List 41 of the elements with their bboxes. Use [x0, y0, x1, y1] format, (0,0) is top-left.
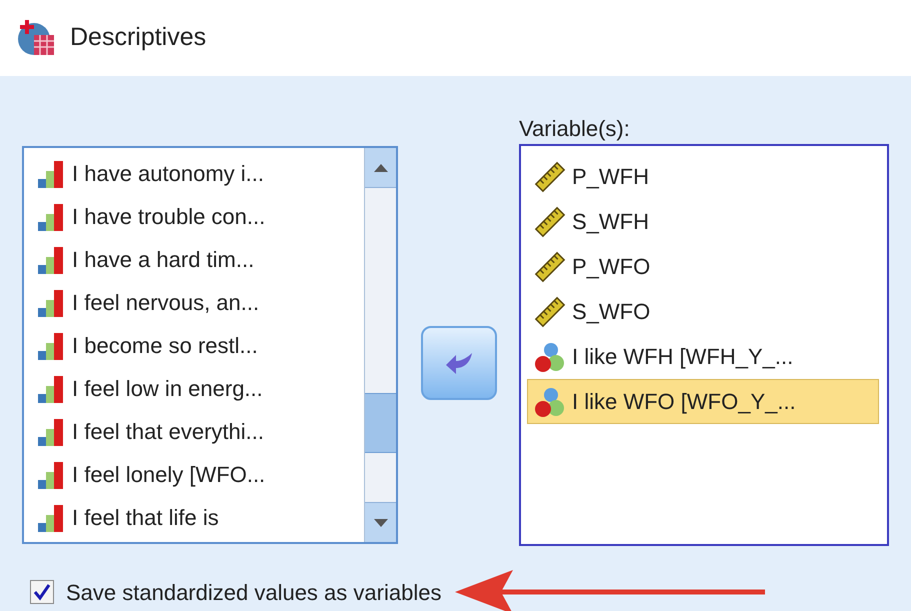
bar-chart-icon — [36, 288, 66, 318]
variable-list-item[interactable]: I have a hard tim... — [36, 238, 364, 281]
variable-list-item[interactable]: I feel that everythi... — [36, 410, 364, 453]
move-button[interactable] — [420, 326, 496, 400]
window-title: Descriptives — [70, 22, 206, 54]
variable-list-item[interactable]: I have trouble con... — [36, 195, 364, 238]
checkmark-icon — [33, 583, 51, 601]
bar-chart-icon — [36, 330, 66, 360]
three-balls-icon — [534, 340, 566, 372]
variable-list-item[interactable]: I like WFH [WFH_Y_... — [527, 334, 879, 379]
variable-list-item[interactable]: I have autonomy i... — [36, 152, 364, 195]
variable-list-item[interactable]: P_WFO — [527, 244, 879, 289]
variable-list-item[interactable]: P_WFH — [527, 154, 879, 199]
variable-list-item[interactable]: I feel low in energ... — [36, 367, 364, 410]
back-arrow-icon — [444, 350, 474, 374]
variable-list-item[interactable]: S_WFH — [527, 199, 879, 244]
bar-chart-icon — [36, 502, 66, 532]
scroll-up-button[interactable] — [365, 148, 396, 188]
variable-list-item[interactable]: I like WFO [WFO_Y_... — [527, 379, 879, 424]
bar-chart-icon — [36, 158, 66, 188]
variables-label: Variable(s): — [519, 115, 631, 143]
three-balls-icon — [534, 386, 566, 418]
variable-list-item[interactable]: I feel nervous, an... — [36, 281, 364, 324]
variable-list-item[interactable]: I feel lonely [WFO... — [36, 453, 364, 496]
bar-chart-icon — [36, 416, 66, 446]
variable-list-item[interactable]: I become so restl... — [36, 324, 364, 367]
scroll-thumb[interactable] — [365, 393, 396, 453]
up-arrow-icon — [374, 164, 388, 172]
selected-variable-list[interactable]: P_WFH S_WFH P_WFO S_WFO I like WFH [WFH_Y_... I like WFO [WFO_Y_... — [519, 144, 889, 546]
scrollbar[interactable] — [364, 148, 396, 542]
checkbox-label[interactable]: Save standardized values as variables — [66, 576, 442, 608]
checkbox[interactable] — [30, 580, 54, 604]
source-variable-list[interactable]: I have autonomy i... I have trouble con... I have a hard tim... I feel nervous, an... I become so restl... I feel low in energ... I feel that everythi... I feel lonely [WFO... I feel that life is — [22, 146, 398, 544]
variable-list-item[interactable]: S_WFO — [527, 289, 879, 334]
down-arrow-icon — [374, 518, 388, 526]
scroll-down-button[interactable] — [365, 502, 396, 542]
bar-chart-icon — [36, 460, 66, 490]
variable-list-item[interactable]: I feel that life is — [36, 496, 364, 539]
bar-chart-icon — [36, 374, 66, 404]
bar-chart-icon — [36, 202, 66, 232]
bar-chart-icon — [36, 244, 66, 274]
